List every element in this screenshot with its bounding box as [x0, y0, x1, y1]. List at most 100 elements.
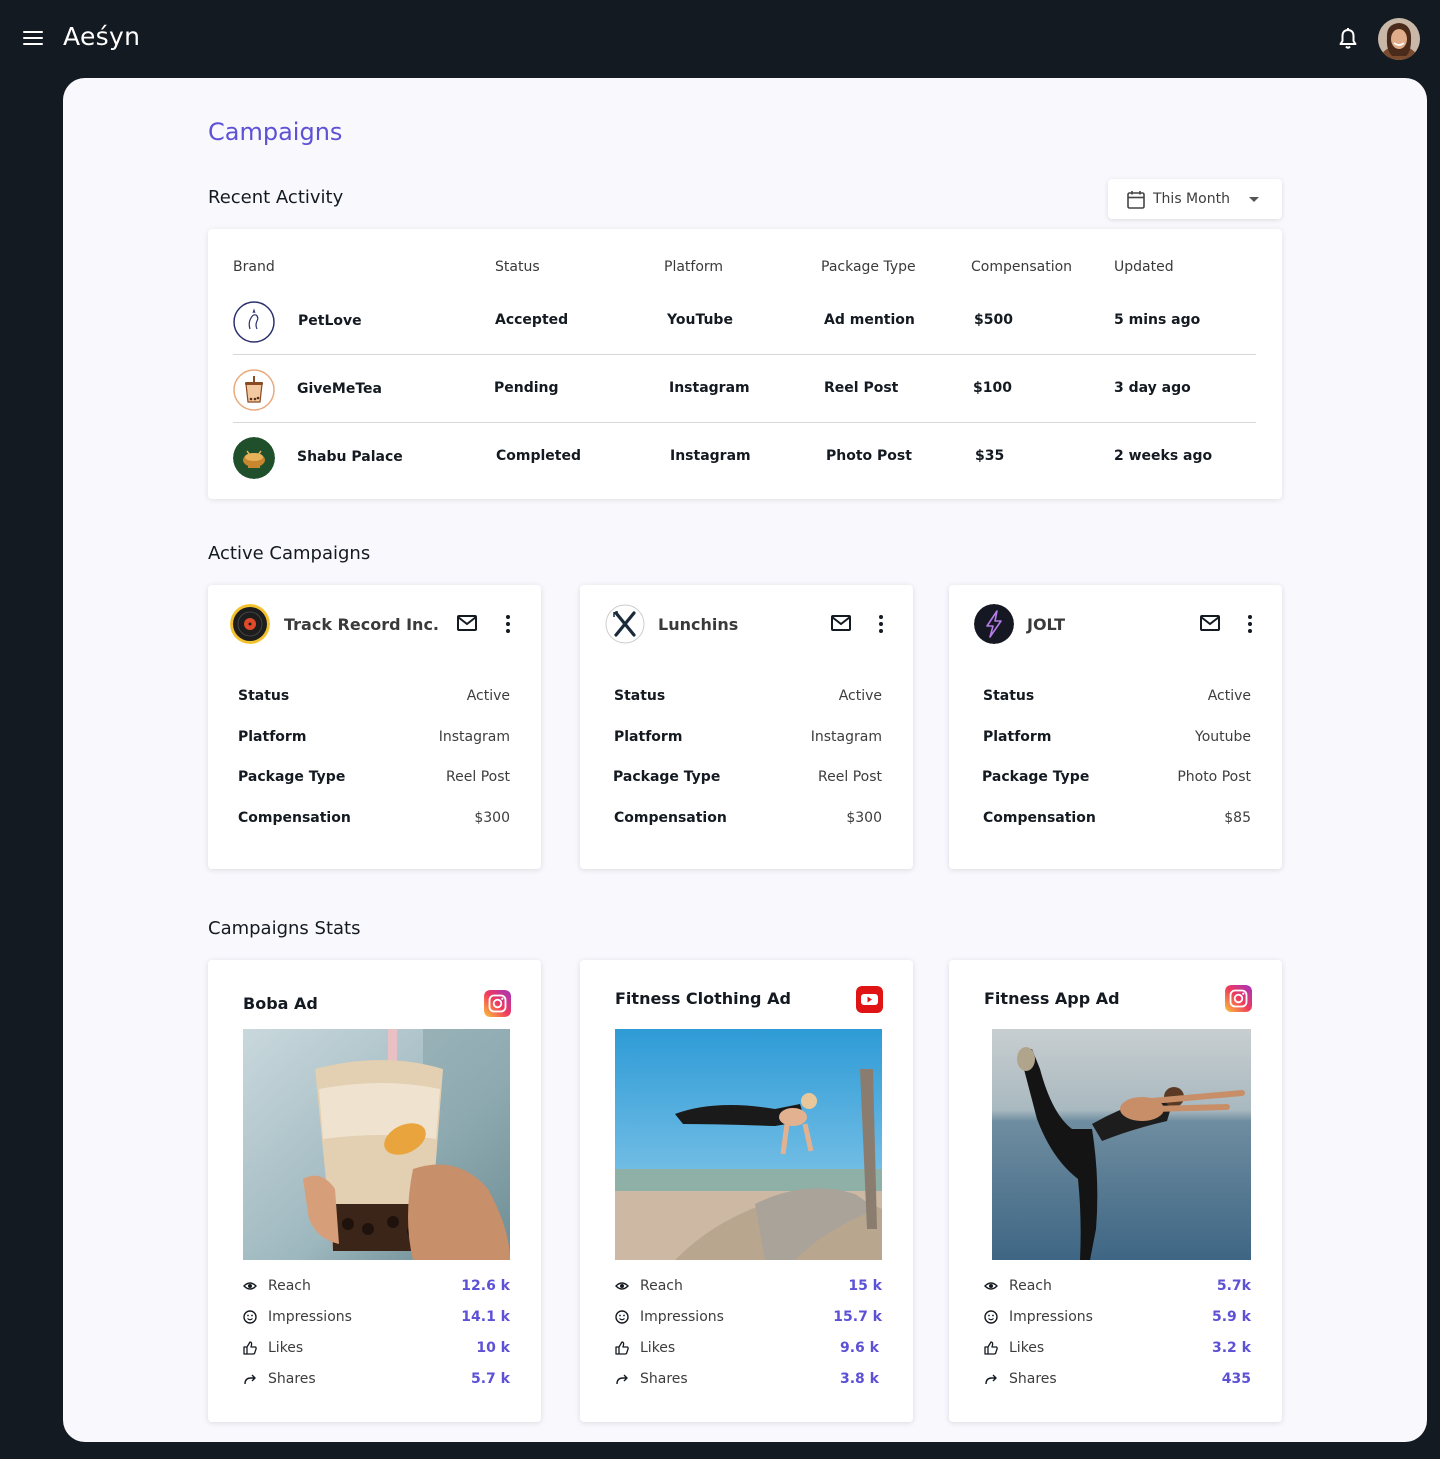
compensation-label: Compensation [983, 810, 1096, 826]
mail-icon[interactable] [457, 615, 477, 631]
petlove-logo [233, 301, 275, 343]
metric-label: Shares [640, 1371, 688, 1387]
stats-card[interactable]: Fitness Clothing Ad Reach 15 k Impressio… [580, 960, 913, 1422]
column-header-compensation[interactable]: Compensation [971, 259, 1072, 275]
package-label: Package Type [238, 769, 346, 785]
package-value: Reel Post [824, 380, 899, 396]
track-record-logo [230, 604, 270, 644]
share-arrow-icon [985, 1374, 997, 1385]
metric-value: 435 [1221, 1371, 1251, 1387]
package-value: Reel Post [818, 769, 882, 785]
smile-icon [615, 1310, 629, 1324]
platform-value: Instagram [669, 380, 750, 396]
package-value: Photo Post [826, 448, 912, 464]
more-options-icon[interactable] [877, 615, 885, 633]
share-arrow-icon [616, 1374, 628, 1385]
recent-activity-title: Recent Activity [208, 187, 344, 208]
metric-reach: Reach 15 k [615, 1277, 882, 1297]
compensation-value: $35 [975, 448, 1005, 464]
platform-label: Platform [614, 729, 683, 745]
package-label: Package Type [982, 769, 1090, 785]
smile-icon [984, 1310, 998, 1324]
more-options-icon[interactable] [504, 615, 512, 633]
campaign-card[interactable]: Track Record Inc. Status Active Platform I… [208, 585, 541, 869]
status-label: Status [983, 688, 1035, 704]
platform-label: Platform [238, 729, 307, 745]
compensation-value: $85 [1224, 810, 1251, 826]
metric-value: 12.6 k [461, 1278, 510, 1294]
metric-label: Likes [640, 1340, 676, 1356]
column-header-package-type[interactable]: Package Type [821, 259, 916, 275]
platform-label: Platform [983, 729, 1052, 745]
stats-card[interactable]: Boba Ad Reach 12.6 k Impressions 14.1 k … [208, 960, 541, 1422]
campaign-card[interactable]: Lunchins Status Active Platform Instagram … [580, 585, 913, 869]
status-label: Status [614, 688, 666, 704]
compensation-value: $100 [973, 380, 1012, 396]
eye-icon [984, 1282, 998, 1290]
column-header-updated[interactable]: Updated [1114, 259, 1174, 275]
metric-reach: Reach 12.6 k [243, 1277, 510, 1297]
metric-value: 3.2 k [1212, 1340, 1251, 1356]
compensation-value: $300 [846, 810, 882, 826]
mail-icon[interactable] [1200, 615, 1220, 631]
metric-label: Likes [268, 1340, 304, 1356]
more-options-icon[interactable] [1246, 615, 1254, 633]
metric-impressions: Impressions 14.1 k [243, 1308, 510, 1328]
app-logo[interactable]: Aeśyn [63, 22, 140, 51]
status-label: Status [238, 688, 290, 704]
column-header-status[interactable]: Status [495, 259, 540, 275]
thumbs-up-icon [984, 1341, 998, 1355]
status-value: Completed [496, 448, 582, 464]
stats-card[interactable]: Fitness App Ad Reach 5.7k Impressions 5.… [949, 960, 1282, 1422]
youtube-icon [856, 986, 883, 1013]
thumbs-up-icon [243, 1341, 257, 1355]
campaign-brand-name: Track Record Inc. [284, 615, 440, 634]
eye-icon [243, 1282, 257, 1290]
jolt-logo [974, 604, 1014, 644]
smile-icon [243, 1310, 257, 1324]
table-row[interactable]: PetLove Accepted YouTube Ad mention $500… [233, 287, 1256, 355]
eye-icon [615, 1282, 629, 1290]
package-value: Ad mention [824, 312, 915, 328]
platform-value: Instagram [438, 729, 510, 745]
metric-label: Impressions [268, 1309, 352, 1325]
recent-activity-table: Brand Status Platform Package Type Compe… [208, 229, 1282, 499]
active-campaigns-title: Active Campaigns [208, 543, 371, 564]
compensation-label: Compensation [614, 810, 727, 826]
column-header-brand[interactable]: Brand [233, 259, 275, 275]
metric-value: 10 k [476, 1340, 510, 1356]
metric-shares: Shares 3.8 k [615, 1370, 882, 1390]
metric-label: Impressions [640, 1309, 724, 1325]
lunchins-logo [605, 604, 645, 644]
metric-likes: Likes 3.2 k [984, 1339, 1251, 1359]
stats-card-title: Fitness Clothing Ad [615, 989, 791, 1008]
metric-shares: Shares 435 [984, 1370, 1251, 1390]
date-range-label: This Month [1153, 191, 1230, 207]
metric-label: Shares [1009, 1371, 1057, 1387]
user-avatar[interactable] [1378, 18, 1420, 60]
metric-value: 5.7 k [471, 1371, 510, 1387]
instagram-icon [484, 990, 511, 1017]
metric-likes: Likes 10 k [243, 1339, 510, 1359]
metric-value: 5.7k [1216, 1278, 1251, 1294]
stats-card-title: Fitness App Ad [984, 989, 1120, 1008]
status-value: Active [1207, 688, 1251, 704]
metric-label: Reach [640, 1278, 683, 1294]
fitness-clothing-ad-image [615, 1029, 882, 1260]
notification-bell-icon[interactable] [1337, 27, 1359, 51]
brand-name: PetLove [298, 313, 362, 329]
table-row[interactable]: Shabu Palace Completed Instagram Photo P… [233, 423, 1256, 491]
date-range-dropdown[interactable]: This Month [1108, 179, 1282, 219]
updated-value: 5 mins ago [1114, 312, 1201, 328]
column-header-platform[interactable]: Platform [664, 259, 723, 275]
platform-value: Instagram [670, 448, 751, 464]
metric-reach: Reach 5.7k [984, 1277, 1251, 1297]
page-title: Campaigns [208, 118, 343, 146]
metric-label: Impressions [1009, 1309, 1093, 1325]
metric-value: 9.6 k [840, 1340, 879, 1356]
chevron-down-icon [1249, 197, 1259, 202]
table-row[interactable]: GiveMeTea Pending Instagram Reel Post $1… [233, 355, 1256, 423]
mail-icon[interactable] [831, 615, 851, 631]
campaign-card[interactable]: JOLT Status Active Platform Youtube Packag… [949, 585, 1282, 869]
hamburger-menu-icon[interactable] [23, 31, 43, 47]
